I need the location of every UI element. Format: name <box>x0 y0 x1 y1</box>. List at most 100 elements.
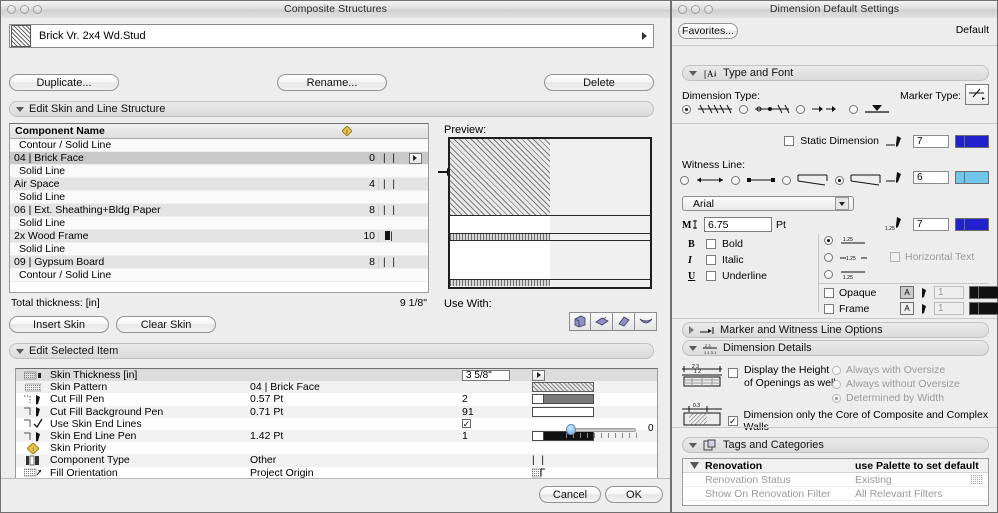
right-title-bar[interactable]: Dimension Default Settings <box>672 1 997 19</box>
font-style-italic[interactable]: I Italic <box>688 252 767 268</box>
frame-row[interactable]: Frame A 1 <box>824 302 998 315</box>
dimension-type-radio-2[interactable] <box>796 105 805 114</box>
clear-skin-button[interactable]: Clear Skin <box>116 316 217 333</box>
opaque-checkbox[interactable] <box>824 287 834 298</box>
edit-item-row[interactable]: Skin End Line Pen 1.42 Pt 1 <box>16 429 657 443</box>
edit-item-row[interactable]: Skin Thickness [in] 3 5/8" <box>16 369 657 382</box>
static-dimension-pen-swatch[interactable] <box>955 134 989 148</box>
core-only-row[interactable]: ✓ Dimension only the Core of Composite a… <box>728 409 997 433</box>
disclosure-triangle-right-icon[interactable] <box>689 326 694 334</box>
dimension-type-radio-1[interactable] <box>739 105 748 114</box>
tags-table-row[interactable]: Show On Renovation Filter All Relevant Fi… <box>683 487 988 501</box>
font-style-checkbox[interactable] <box>706 271 716 281</box>
frame-pen-swatch[interactable] <box>969 302 998 315</box>
tags-table[interactable]: Renovation use Palette to set default Re… <box>682 458 989 506</box>
font-size-row[interactable]: M 6.75 Pt <box>682 217 786 232</box>
font-size-field[interactable]: 6.75 <box>704 217 772 232</box>
edit-item-swatch[interactable] <box>532 394 657 405</box>
static-dimension-pen-value[interactable]: 7 <box>913 134 949 148</box>
disclosure-triangle-icon[interactable] <box>16 106 24 112</box>
section-dimension-details[interactable]: 2 3 1 1 3 1 Dimension Details <box>682 340 989 356</box>
component-list[interactable]: Component Name ↕ Contour / Solid Line 04 … <box>9 123 429 293</box>
witness-line-pen-value[interactable]: 6 <box>913 170 949 184</box>
component-row[interactable]: Solid Line <box>10 191 428 204</box>
favorites-button[interactable]: Favorites... <box>678 23 738 39</box>
font-pen-row[interactable]: 1.25 7 <box>885 216 989 232</box>
oversize-radio-group[interactable]: Always with Oversize Always without Overs… <box>832 363 960 405</box>
oversize-radio[interactable] <box>832 365 841 375</box>
witness-line-radio-1[interactable] <box>731 175 740 185</box>
thickness-popup-icon[interactable] <box>532 369 545 381</box>
section-marker-witness-options[interactable]: Marker and Witness Line Options <box>682 322 989 338</box>
font-pen-value[interactable]: 7 <box>913 217 949 231</box>
disclosure-triangle-tags-icon[interactable] <box>689 442 697 448</box>
use-skin-end-lines-checkbox[interactable]: ✓ <box>462 419 471 429</box>
oversize-option-2[interactable]: Determined by Width <box>832 391 960 405</box>
display-openings-checkbox[interactable] <box>728 368 738 378</box>
oversize-radio[interactable] <box>832 379 841 389</box>
witness-line-radio-3[interactable] <box>835 175 844 185</box>
disclosure-triangle-details-icon[interactable] <box>689 345 697 351</box>
component-row[interactable]: Contour / Solid Line <box>10 269 428 282</box>
witness-line-pen-row[interactable]: 6 <box>885 170 989 184</box>
component-row[interactable]: Solid Line <box>10 165 428 178</box>
pen-swatch[interactable] <box>532 406 594 417</box>
edit-item-row[interactable]: Fill Orientation Project Origin <box>16 467 657 479</box>
disclosure-triangle-icon-2[interactable] <box>16 348 24 354</box>
edit-item-row[interactable]: ↕ Skin Priority <box>16 442 657 454</box>
rename-button[interactable]: Rename... <box>277 74 387 91</box>
opaque-value[interactable]: 1 <box>934 286 964 299</box>
core-only-checkbox[interactable]: ✓ <box>728 416 738 426</box>
slab-icon[interactable] <box>591 312 613 331</box>
component-row[interactable]: Solid Line <box>10 217 428 230</box>
component-row[interactable]: 04 | Brick Face 0 | | <box>10 152 428 165</box>
delete-button[interactable]: Delete <box>544 74 654 91</box>
ok-button[interactable]: OK <box>605 486 663 503</box>
composite-name-field[interactable]: Brick Vr. 2x4 Wd.Stud <box>9 24 654 48</box>
oversize-radio[interactable] <box>832 393 841 403</box>
text-placement-radio-1[interactable] <box>824 253 833 262</box>
oversize-option-1[interactable]: Always without Oversize <box>832 377 960 391</box>
edit-selected-item-table[interactable]: Skin Thickness [in] 3 5/8" Skin Pattern 04 … <box>15 368 658 490</box>
oversize-option-0[interactable]: Always with Oversize <box>832 363 960 377</box>
font-style-checkbox[interactable] <box>706 239 716 249</box>
pen-swatch[interactable] <box>532 394 594 405</box>
font-style-underline[interactable]: U Underline <box>688 268 767 284</box>
component-row[interactable]: 06 | Ext. Sheathing+Bldg Paper 8 | | <box>10 204 428 217</box>
dimension-type-radio-3[interactable] <box>849 105 858 114</box>
chevron-down-icon[interactable] <box>835 197 849 210</box>
disclosure-triangle-type-font-icon[interactable] <box>689 70 697 76</box>
frame-value[interactable]: 1 <box>934 302 964 315</box>
font-pen-swatch[interactable] <box>955 217 989 231</box>
edit-item-row[interactable]: Cut Fill Pen 0.57 Pt 2 <box>16 393 657 405</box>
marker-type-button[interactable] <box>965 84 989 105</box>
text-placement-group[interactable]: 1.25 1.25 1.25 <box>824 235 869 280</box>
section-type-and-font[interactable]: [A Type and Font <box>682 65 989 81</box>
frame-checkbox[interactable] <box>824 303 834 314</box>
chevron-right-icon[interactable] <box>642 32 647 40</box>
witness-line-radio-2[interactable] <box>782 175 791 185</box>
row-popup-icon[interactable] <box>408 152 422 164</box>
edit-item-row[interactable]: Skin Pattern 04 | Brick Face <box>16 381 657 394</box>
horizontal-text-checkbox[interactable] <box>890 252 900 262</box>
tags-sort-icon[interactable] <box>683 462 705 469</box>
font-style-checkbox[interactable] <box>706 255 716 265</box>
left-title-bar[interactable]: Composite Structures <box>1 1 670 19</box>
text-placement-radio-2[interactable] <box>824 270 833 279</box>
skin-thickness-field[interactable]: 3 5/8" <box>462 369 510 381</box>
edit-item-row[interactable]: Component Type Other | | <box>16 454 657 467</box>
display-openings-height-row[interactable]: Display the Height of Openings as well <box>728 364 836 390</box>
component-row[interactable]: 2x Wood Frame 10 | <box>10 230 428 243</box>
component-row[interactable]: Contour / Solid Line <box>10 139 428 152</box>
edit-item-swatch[interactable] <box>532 382 657 393</box>
component-row[interactable]: 09 | Gypsum Board 8 | | <box>10 256 428 269</box>
static-dimension-row[interactable]: Static Dimension 7 <box>784 134 989 148</box>
section-edit-selected-item[interactable]: Edit Selected Item <box>9 343 654 359</box>
witness-line-radio-0[interactable] <box>680 175 689 185</box>
edit-item-row[interactable]: Use Skin End Lines ✓ <box>16 418 657 430</box>
cancel-button[interactable]: Cancel <box>539 486 601 503</box>
dimension-type-radio-0[interactable] <box>682 105 691 114</box>
shell-icon[interactable] <box>635 312 657 331</box>
section-edit-skin-line-structure[interactable]: Edit Skin and Line Structure <box>9 101 654 117</box>
duplicate-button[interactable]: Duplicate... <box>9 74 119 91</box>
